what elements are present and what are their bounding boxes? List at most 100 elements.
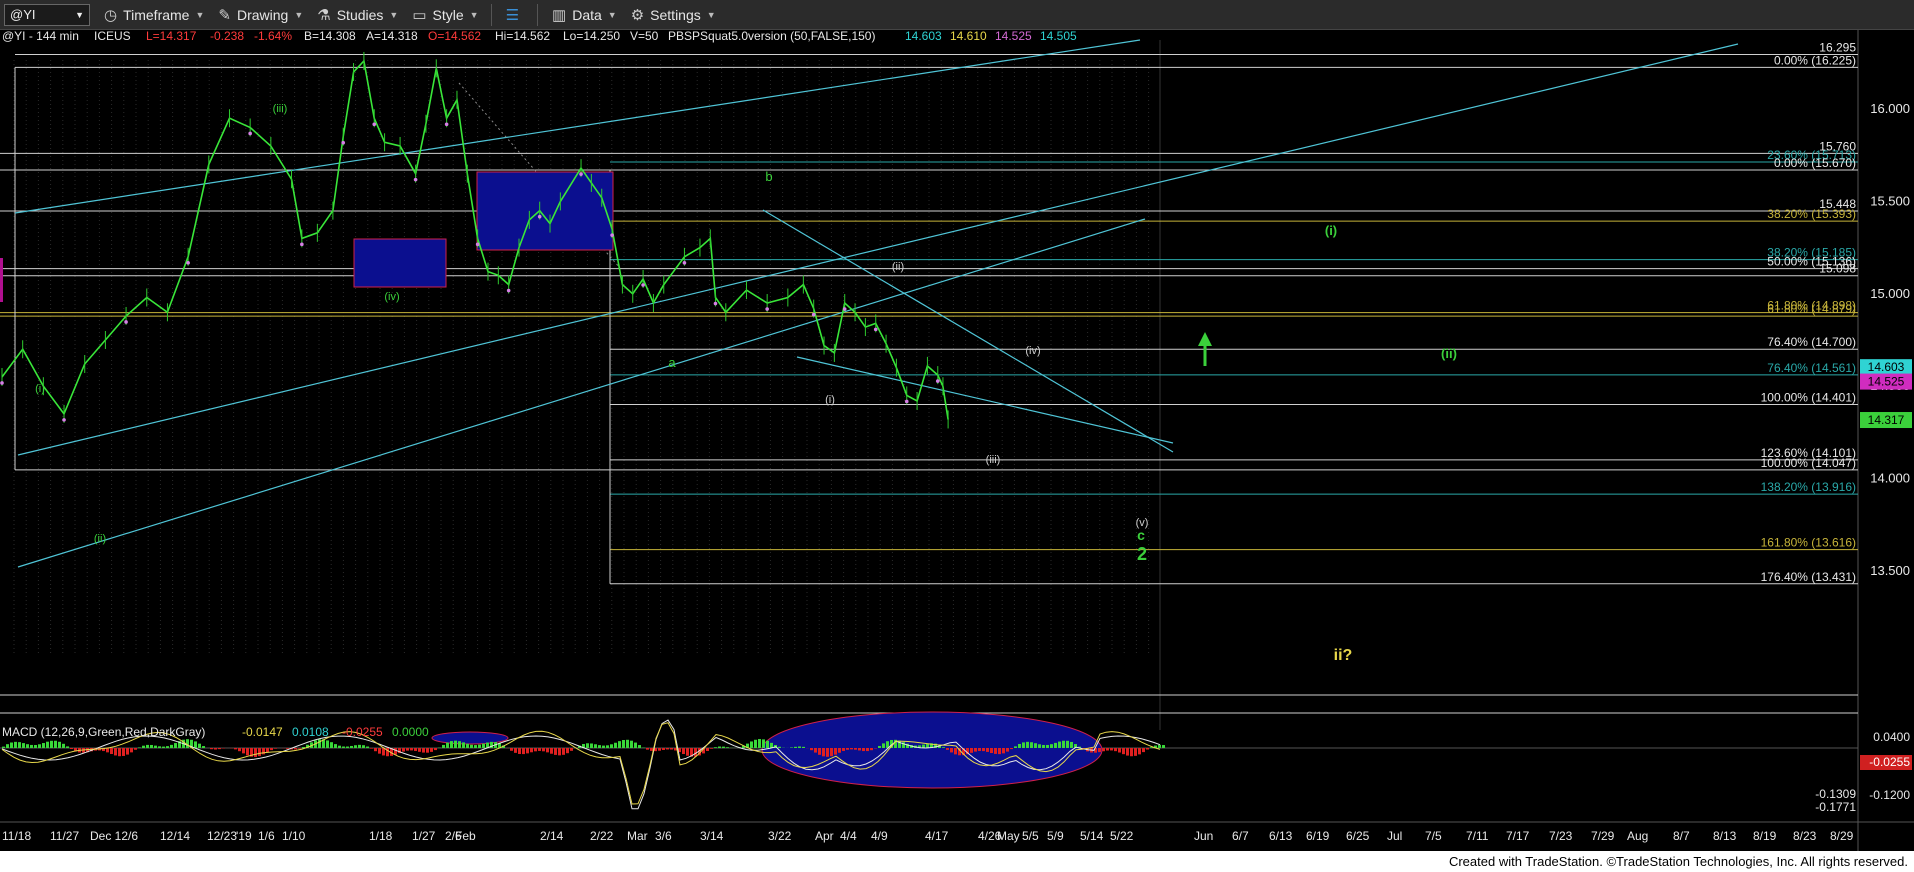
drawing-menu[interactable]: ✎ Drawing ▼ [218,6,303,24]
time-tick: May [997,829,1020,843]
macd-bar [602,745,605,748]
toolbar-divider [490,3,492,26]
macd-bar [350,745,353,748]
macd-bar [682,748,685,755]
macd-bar [114,748,117,756]
macd-bar [134,748,137,750]
macd-bar [426,748,429,753]
style-menu[interactable]: ▭ Style ▼ [412,6,478,24]
signal-dot [124,320,128,324]
macd-bar [410,748,413,751]
chevron-down-icon: ▼ [75,9,84,20]
edge-marker [0,258,3,302]
time-tick: 6/19 [1306,829,1330,843]
signal-dot [641,283,645,287]
macd-bar [954,748,957,755]
macd-bar [62,743,65,748]
time-tick: 4/9 [871,829,888,843]
macd-bar [1018,743,1021,748]
toolbar: @YI ▼ ◷ Timeframe ▼ ✎ Drawing ▼ ⚗ Studies ▼ ▭ St… [0,0,1914,30]
macd-bar [1158,744,1161,748]
header-open: O=14.562 [428,30,481,43]
signal-dot [372,122,377,127]
data-menu[interactable]: ▥ Data ▼ [552,6,617,24]
signal-dot [300,242,304,247]
macd-bar [1102,748,1105,752]
macd-bar [158,746,161,748]
wave-label: (i) [35,383,45,395]
macd-bar [1138,748,1141,755]
macd-bar [982,748,985,752]
macd-bar [666,748,669,750]
macd-bar [1042,744,1045,748]
chevron-down-icon: ▼ [294,9,304,20]
time-tick: 6/7 [1232,829,1249,843]
time-tick: 8/13 [1713,829,1737,843]
macd-bar [990,748,993,754]
macd-bar [1142,748,1145,753]
macd-bar [726,747,729,748]
macd-header: MACD (12,26,9,Green,Red,DarkGray) [2,725,205,739]
symbol-selector[interactable]: @YI ▼ [4,3,90,26]
macd-bar [470,744,473,748]
signal-dot [682,261,687,265]
price-chart[interactable]: (i)(ii)(iii)(iv)ab(i)(ii)(iii)(iv)(v)c2(… [0,30,1914,851]
macd-bar [562,748,565,755]
macd-bar [858,748,861,751]
time-tick: 8/19 [1753,829,1777,843]
studies-menu[interactable]: ⚗ Studies ▼ [317,6,398,24]
macd-bar [670,748,673,750]
macd-bar [878,745,881,748]
macd-bar [10,742,13,748]
macd-bar [142,745,145,748]
time-tick: 11/27 [50,829,79,843]
macd-bar [422,748,425,753]
timeframe-menu[interactable]: ◷ Timeframe ▼ [104,6,204,24]
price-badge-label: 14.603 [1868,360,1905,374]
macd-bar [794,746,797,748]
time-tick: 6/25 [1346,829,1370,843]
macd-bar [242,748,245,754]
macd-bar [34,744,37,748]
macd-tick: -0.1200 [1869,788,1910,802]
macd-bar [594,744,597,748]
header-low: Lo=14.250 [563,30,620,43]
time-tick: Jul [1387,829,1402,843]
macd-bar [1030,742,1033,748]
macd-bar [434,748,437,751]
time-tick: 5/5 [1022,829,1039,843]
fib-label: 38.20% (15.393) [1767,207,1856,221]
macd-bar [810,748,813,751]
macd-bar [722,746,725,748]
macd-bar [754,739,757,748]
macd-bar [154,745,157,748]
macd-tick: 0.0400 [1873,730,1910,744]
wave-label: ii? [1334,647,1353,664]
layout-button[interactable]: ☰ [506,6,525,24]
macd-bar [866,748,869,752]
macd-value: 0.0108 [292,725,329,739]
studies-label: Studies [336,6,384,23]
macd-bar [830,748,833,757]
macd-bar [634,742,637,748]
clock-icon: ◷ [104,6,118,24]
macd-bar [606,745,609,748]
macd-bar [818,748,821,755]
macd-bar [838,748,841,753]
macd-bar [286,748,289,749]
macd-bar [414,748,417,751]
macd-bar [1002,748,1005,754]
macd-bar [1058,741,1061,748]
settings-menu[interactable]: ⚙ Settings ▼ [631,6,716,24]
macd-bar [1014,746,1017,748]
macd-bar [1038,744,1041,748]
time-tick: 3/14 [700,829,724,843]
macd-bar [842,748,845,751]
macd-bar [970,748,973,753]
macd-bar [610,744,613,748]
wave-label: (iv) [384,291,399,303]
time-tick: 5/14 [1080,829,1104,843]
macd-bar [514,748,517,753]
macd-bar [246,748,249,756]
macd-bar [718,746,721,748]
